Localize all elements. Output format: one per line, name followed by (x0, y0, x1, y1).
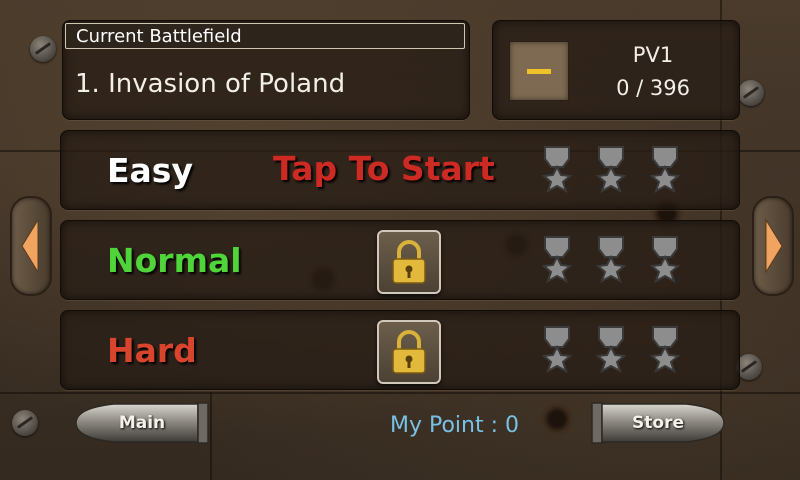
medal-icon (595, 236, 627, 284)
medal-slots (539, 139, 719, 201)
medal-slots (539, 229, 719, 291)
difficulty-label-hard: Hard (107, 331, 197, 370)
plate-seam (210, 392, 212, 480)
locked-button[interactable] (377, 320, 441, 384)
padlock-icon (392, 330, 426, 374)
difficulty-row-normal[interactable]: Normal (60, 220, 740, 300)
battlefield-heading: Current Battlefield (65, 23, 465, 49)
main-button[interactable]: Main (74, 400, 210, 446)
medal-icon (595, 326, 627, 374)
battlefield-panel: Current Battlefield 1. Invasion of Polan… (62, 20, 470, 120)
difficulty-label-normal: Normal (107, 241, 242, 280)
medal-icon (595, 146, 627, 194)
rank-badge-icon (509, 41, 569, 101)
store-button-label: Store (632, 413, 684, 433)
medal-icon (541, 236, 573, 284)
next-battlefield-button[interactable] (752, 196, 794, 296)
main-button-label: Main (118, 413, 166, 433)
bullet-hole-decoration (540, 402, 574, 436)
my-point-display: My Point : 0 (390, 413, 519, 438)
difficulty-row-easy[interactable]: Easy Tap To Start (60, 130, 740, 210)
difficulty-row-hard[interactable]: Hard (60, 310, 740, 390)
arrow-left-icon (21, 218, 39, 274)
pv-panel: PV1 0 / 396 (492, 20, 740, 120)
difficulty-label-easy: Easy (107, 151, 193, 190)
pv-label: PV1 (632, 43, 674, 67)
previous-battlefield-button[interactable] (10, 196, 52, 296)
medal-icon (541, 146, 573, 194)
plate-seam (0, 392, 800, 394)
medal-icon (649, 326, 681, 374)
medal-icon (649, 146, 681, 194)
locked-button[interactable] (377, 230, 441, 294)
arrow-right-icon (765, 218, 783, 274)
bolt-decoration (30, 36, 56, 62)
store-button[interactable]: Store (590, 400, 726, 446)
medal-icon (541, 326, 573, 374)
bolt-decoration (12, 410, 38, 436)
battlefield-name: 1. Invasion of Poland (75, 69, 346, 99)
bolt-decoration (738, 80, 764, 106)
my-point-text: My Point : 0 (390, 413, 520, 438)
padlock-icon (392, 240, 426, 284)
pv-progress: 0 / 396 (616, 76, 690, 100)
tap-to-start-label[interactable]: Tap To Start (273, 149, 495, 188)
medal-slots (539, 319, 719, 381)
medal-icon (649, 236, 681, 284)
